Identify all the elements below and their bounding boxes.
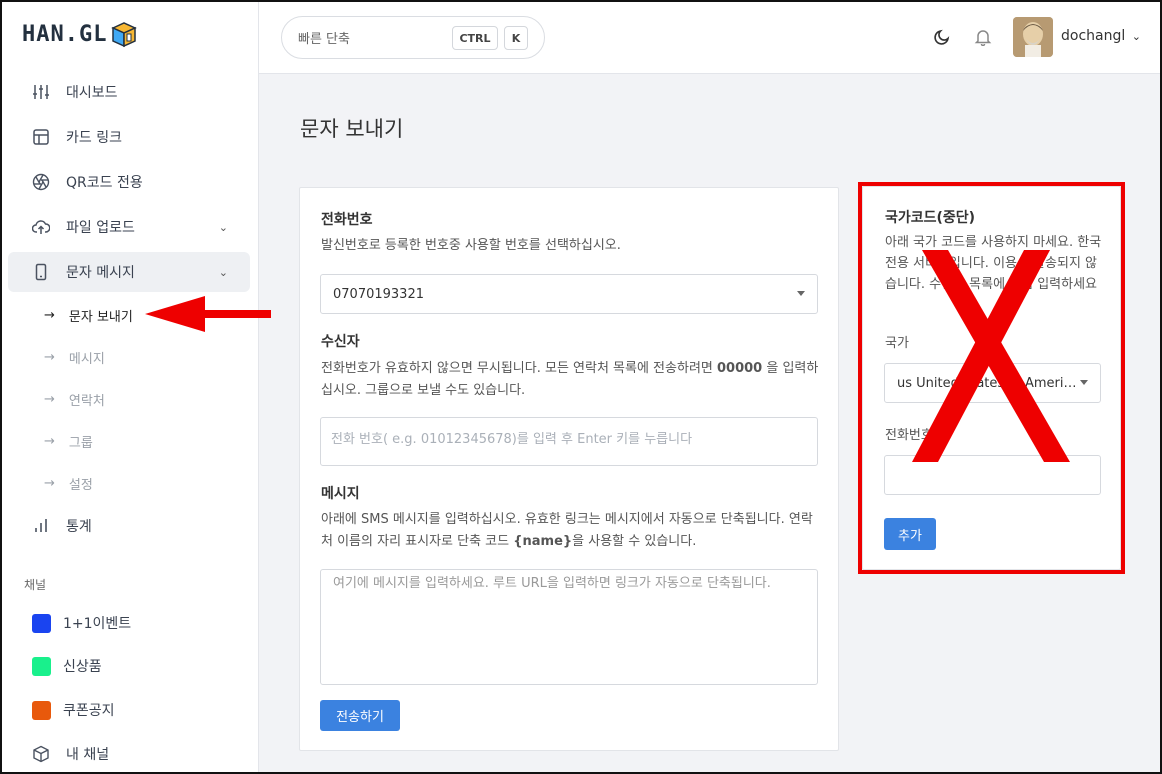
avatar[interactable] <box>1013 17 1053 57</box>
channel-item[interactable]: 1+1이벤트 <box>32 611 131 635</box>
channel-label: 쿠폰공지 <box>63 703 115 719</box>
phone-help: 발신번호로 등록한 번호중 사용할 번호를 선택하십시오. <box>321 238 621 253</box>
sidebar-item-stats[interactable]: 통계 <box>8 506 250 546</box>
channels-section-label: 채널 <box>24 578 47 592</box>
kbd-ctrl: CTRL <box>452 26 498 50</box>
aperture-icon <box>32 173 50 191</box>
sidebar-subitem-messages[interactable]: → 메시지 <box>44 345 105 369</box>
message-help-text: 을 사용할 수 있습니다. <box>572 534 697 549</box>
channel-item[interactable]: 쿠폰공지 <box>32 698 115 722</box>
sidebar-subitem-contacts[interactable]: → 연락처 <box>44 387 105 411</box>
sidebar-item-label: 문자 메시지 <box>66 265 135 281</box>
search-placeholder: 빠른 단축 <box>298 32 350 47</box>
sidebar-item-qr[interactable]: QR코드 전용 <box>8 162 250 202</box>
send-button[interactable]: 전송하기 <box>320 700 400 731</box>
message-label: 메시지 <box>321 486 360 502</box>
sidebar-subitem-label: 설정 <box>68 477 93 493</box>
sidebar-subitem-label: 연락처 <box>68 393 105 409</box>
chevron-down-icon: ⌄ <box>1131 30 1141 43</box>
topbar: 빠른 단축 CTRL K dochangl ⌄ <box>259 0 1162 74</box>
kbd-k: K <box>504 26 528 50</box>
message-help-code: {name} <box>513 534 573 549</box>
bell-icon[interactable] <box>973 27 993 47</box>
channel-color-swatch <box>32 656 51 676</box>
sidebar-item-file-upload[interactable]: 파일 업로드 ⌄ <box>8 207 250 247</box>
sliders-icon <box>32 83 50 101</box>
recipient-help-code: 00000 <box>717 361 763 376</box>
sidebar-item-label: QR코드 전용 <box>66 175 143 191</box>
sidebar-subitem-label: 그룹 <box>68 435 93 451</box>
box-icon <box>32 745 50 763</box>
arrow-right-icon: → <box>44 475 55 491</box>
arrow-right-icon: → <box>44 391 55 407</box>
recipient-help-text: 전화번호가 유효하지 않으면 무시됩니다. 모든 연락처 목록에 전송하려면 <box>321 361 713 376</box>
arrow-right-icon: → <box>44 433 55 449</box>
sidebar-subitem-label: 문자 보내기 <box>68 309 133 325</box>
username[interactable]: dochangl ⌄ <box>1061 28 1141 44</box>
annotation-red-arrow-icon <box>145 296 271 332</box>
channel-color-swatch <box>32 700 51 720</box>
arrow-right-icon: → <box>44 349 55 365</box>
upload-cloud-icon <box>32 218 50 236</box>
message-placeholder: 여기에 메시지를 입력하세요. 루트 URL을 입력하면 링크가 자동으로 단축… <box>333 576 771 591</box>
sidebar-item-label: 파일 업로드 <box>66 220 135 236</box>
sidebar-item-label: 카드 링크 <box>66 130 122 146</box>
sidebar-subitem-settings[interactable]: → 설정 <box>44 471 93 495</box>
sidebar-item-label: 대시보드 <box>66 85 118 101</box>
sidebar: HAN.GL 대시보드 카드 링크 QR코드 전용 파일 업로드 ⌄ 문자 메시… <box>0 0 259 774</box>
sms-form-card: 전화번호 발신번호로 등록한 번호중 사용할 번호를 선택하십시오. 07070… <box>299 187 839 751</box>
recipient-placeholder: 전화 번호( e.g. 01012345678)를 입력 후 Enter 키를 … <box>331 432 693 447</box>
recipient-input[interactable]: 전화 번호( e.g. 01012345678)를 입력 후 Enter 키를 … <box>320 417 818 466</box>
smartphone-icon <box>32 263 50 281</box>
channel-color-swatch <box>32 613 51 633</box>
sender-number-select[interactable]: 07070193321 <box>320 274 818 314</box>
recipient-label: 수신자 <box>321 334 360 350</box>
sidebar-item-my-channel[interactable]: 내 채널 <box>8 734 250 774</box>
sidebar-subitem-send-sms[interactable]: → 문자 보내기 <box>44 303 133 327</box>
channel-label: 1+1이벤트 <box>63 616 132 632</box>
annotation-red-x-icon <box>912 250 1070 462</box>
quick-search[interactable]: 빠른 단축 CTRL K <box>281 16 545 59</box>
sidebar-subitem-label: 메시지 <box>68 351 105 367</box>
page-title: 문자 보내기 <box>300 117 404 141</box>
sidebar-item-sms[interactable]: 문자 메시지 ⌄ <box>8 252 250 292</box>
sidebar-subitem-groups[interactable]: → 그룹 <box>44 429 93 453</box>
arrow-right-icon: → <box>44 307 55 323</box>
logo-box-icon <box>111 20 138 48</box>
message-help: 아래에 SMS 메시지를 입력하십시오. 유효한 링크는 메시지에서 자동으로 … <box>321 509 817 553</box>
sidebar-item-label: 내 채널 <box>66 747 110 763</box>
sidebar-item-label: 통계 <box>66 519 92 535</box>
moon-icon[interactable] <box>932 27 952 47</box>
chevron-down-icon: ⌄ <box>218 265 228 279</box>
chevron-down-icon: ⌄ <box>218 220 228 234</box>
caret-down-icon <box>797 291 805 296</box>
sidebar-item-card-link[interactable]: 카드 링크 <box>8 117 250 157</box>
sidebar-item-dashboard[interactable]: 대시보드 <box>8 72 250 112</box>
bar-chart-icon <box>32 517 50 535</box>
logo[interactable]: HAN.GL <box>22 20 138 48</box>
message-textarea[interactable]: 여기에 메시지를 입력하세요. 루트 URL을 입력하면 링크가 자동으로 단축… <box>320 569 818 685</box>
layout-icon <box>32 128 50 146</box>
logo-text: HAN.GL <box>22 21 108 47</box>
channel-item[interactable]: 신상품 <box>32 654 102 678</box>
recipient-help: 전화번호가 유효하지 않으면 무시됩니다. 모든 연락처 목록에 전송하려면 0… <box>321 358 821 402</box>
username-text: dochangl <box>1061 28 1126 44</box>
channel-label: 신상품 <box>63 659 102 675</box>
sender-number-value: 07070193321 <box>333 286 424 302</box>
phone-label: 전화번호 <box>321 212 373 228</box>
